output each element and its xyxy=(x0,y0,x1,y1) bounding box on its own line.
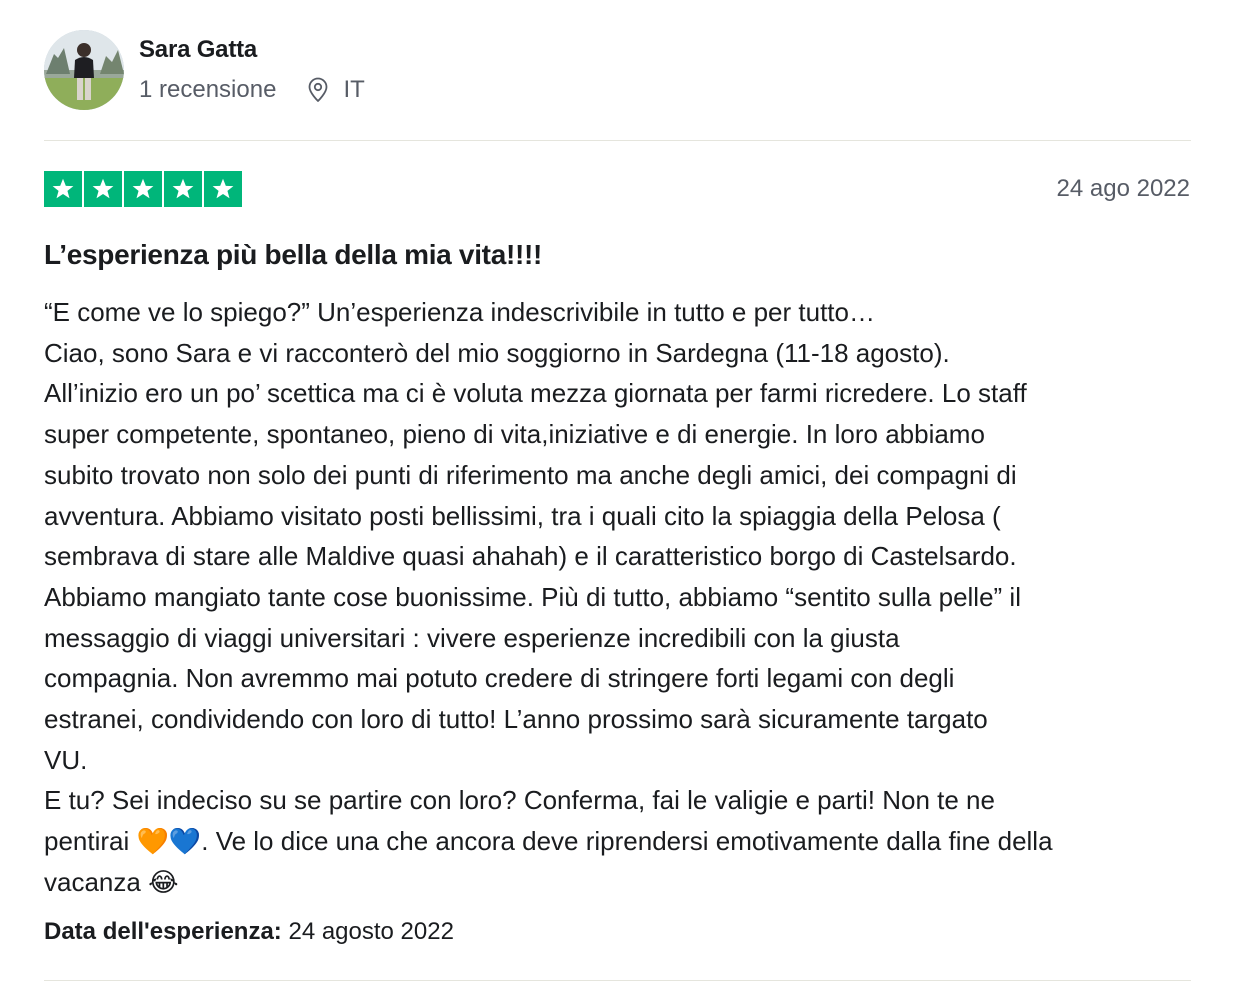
review-text-line: VU. xyxy=(44,744,88,775)
review-text-line: messaggio di viaggi universitari : viver… xyxy=(44,622,900,653)
location-pin-icon xyxy=(306,77,330,103)
review-count: 1 recensione xyxy=(139,76,277,103)
divider xyxy=(44,980,1191,981)
review-text-line: sembrava di stare alle Maldive quasi aha… xyxy=(44,541,1017,572)
review-body: “E come ve lo spiego?” Un’esperienza ind… xyxy=(44,292,1204,903)
review-text-line: vacanza 😂 xyxy=(44,866,179,897)
review-text-line: subito trovato non solo dei punti di rif… xyxy=(44,459,1017,490)
star-icon xyxy=(44,171,82,207)
review-text-line: pentirai 🧡💙. Ve lo dice una che ancora d… xyxy=(44,826,1053,857)
review-text-line: “E come ve lo spiego?” Un’esperienza ind… xyxy=(44,297,875,327)
review-text-line: Ciao, sono Sara e vi racconterò del mio … xyxy=(44,337,950,368)
star-rating xyxy=(44,171,242,207)
consumer-name[interactable]: Sara Gatta xyxy=(139,36,257,64)
star-icon xyxy=(84,171,122,207)
review-text-line: Abbiamo mangiato tante cose buonissime. … xyxy=(44,581,1021,612)
avatar-photo xyxy=(44,30,124,110)
review-text-line: avventura. Abbiamo visitato posti bellis… xyxy=(44,500,1001,531)
review-text-line: All’inizio ero un po’ scettica ma ci è v… xyxy=(44,378,1027,409)
experience-date-value: 24 agosto 2022 xyxy=(288,918,454,945)
review-title[interactable]: L’esperienza più bella della mia vita!!!… xyxy=(44,239,542,271)
consumer-location: IT xyxy=(306,76,365,104)
star-icon xyxy=(204,171,242,207)
review-text-line: super competente, spontaneo, pieno di vi… xyxy=(44,419,985,450)
divider xyxy=(44,140,1191,141)
review-text-line: E tu? Sei indeciso su se partire con lor… xyxy=(44,785,995,816)
consumer-meta: 1 recensione IT xyxy=(139,75,365,105)
star-icon xyxy=(124,171,162,207)
review-text-line: estranei, condividendo con loro di tutto… xyxy=(44,704,988,735)
experience-date: Data dell'esperienza: 24 agosto 2022 xyxy=(44,918,454,946)
avatar[interactable] xyxy=(44,30,124,110)
review-date: 24 ago 2022 xyxy=(1056,175,1190,202)
country-code: IT xyxy=(343,76,365,103)
star-icon xyxy=(164,171,202,207)
review-card: Sara Gatta 1 recensione IT 24 ago 2022 L… xyxy=(0,0,1236,982)
review-text-line: compagnia. Non avremmo mai potuto creder… xyxy=(44,663,955,694)
experience-date-label: Data dell'esperienza: xyxy=(44,918,282,945)
